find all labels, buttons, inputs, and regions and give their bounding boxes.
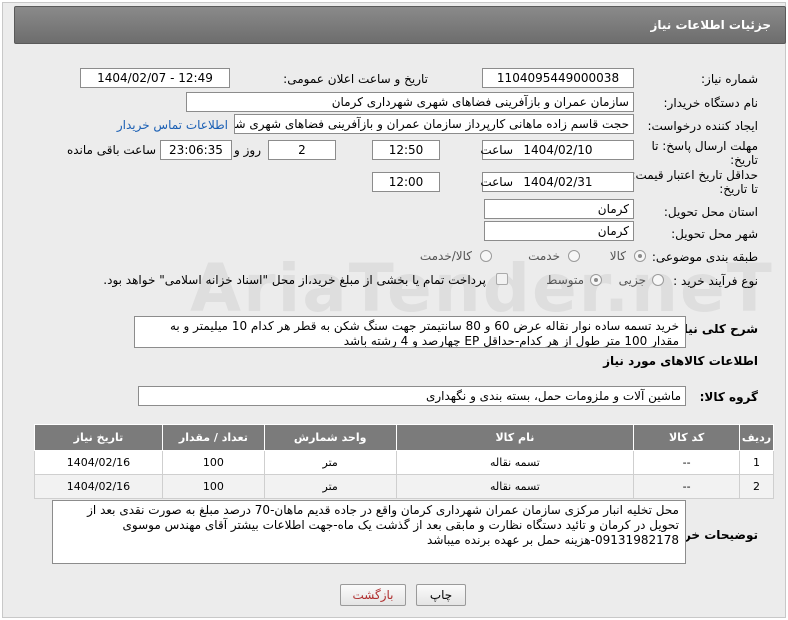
cell-unit: متر (263, 474, 397, 499)
buyer-contact-link[interactable]: اطلاعات تماس خریدار (117, 118, 228, 132)
province-label: استان محل تحویل: (663, 205, 758, 219)
deadline-time-field[interactable]: 12:50 (372, 140, 440, 160)
col-header-row: ردیف (739, 424, 774, 451)
process-radio-minor[interactable] (652, 274, 664, 286)
cell-qty: 100 (161, 450, 265, 475)
days-remaining-field[interactable]: 2 (268, 140, 336, 160)
announce-datetime-field[interactable]: 1404/02/07 - 12:49 (80, 68, 230, 88)
validity-label-date: تا تاریخ: (719, 182, 758, 196)
cell-code: -- (633, 474, 741, 499)
province-field[interactable]: کرمان (484, 199, 634, 219)
cell-unit: متر (263, 450, 397, 475)
col-header-date: تاریخ نیاز (34, 424, 163, 451)
validity-label: حداقل تاریخ اعتبار قیمت: (631, 168, 758, 182)
buyer-org-field[interactable]: سازمان عمران و بازآفرینی فضاهای شهری شهر… (186, 92, 634, 112)
category-option-goods: کالا (609, 249, 626, 263)
buyer-notes-field[interactable]: محل تخلیه انبار مرکزی سازمان عمران شهردا… (52, 500, 686, 564)
page-title: جزئیات اطلاعات نیاز (650, 18, 771, 32)
cell-date: 1404/02/16 (34, 474, 163, 499)
treasury-payment-checkbox[interactable] (496, 273, 508, 285)
remaining-time-field[interactable]: 23:06:35 (160, 140, 232, 160)
page-header: جزئیات اطلاعات نیاز (14, 6, 786, 44)
remaining-time-label: ساعت باقی مانده (66, 143, 156, 157)
category-radio-both[interactable] (480, 250, 492, 262)
category-option-service: خدمت (528, 249, 560, 263)
description-field[interactable]: خرید تسمه ساده نوار نقاله عرض 60 و 80 سا… (134, 316, 686, 348)
col-header-unit: واحد شمارش (263, 424, 397, 451)
treasury-payment-note: پرداخت تمام یا بخشی از مبلغ خرید،از محل … (103, 273, 486, 287)
cell-qty: 100 (161, 474, 265, 499)
goods-info-title: اطلاعات کالاهای مورد نیاز (603, 354, 758, 368)
category-radio-service[interactable] (568, 250, 580, 262)
validity-time-field[interactable]: 12:00 (372, 172, 440, 192)
category-option-both: کالا/خدمت (419, 249, 472, 263)
buyer-org-label: نام دستگاه خریدار: (663, 96, 759, 110)
goods-group-label: گروه کالا: (699, 390, 758, 404)
process-label: نوع فرآیند خرید : (673, 274, 758, 288)
days-label: روز و (234, 143, 261, 157)
city-label: شهر محل تحویل: (671, 227, 758, 241)
col-header-qty: تعداد / مقدار (161, 424, 265, 451)
cell-row: 2 (739, 474, 774, 499)
goods-table: ردیف کد کالا نام کالا واحد شمارش تعداد /… (34, 424, 774, 499)
cell-name: تسمه نقاله (395, 474, 635, 499)
cell-name: تسمه نقاله (395, 450, 635, 475)
process-option-medium: متوسط (546, 273, 584, 287)
creator-label: ایجاد کننده درخواست: (647, 119, 758, 133)
deadline-label: مهلت ارسال پاسخ: تا (651, 139, 758, 153)
city-field[interactable]: کرمان (484, 221, 634, 241)
col-header-code: کد کالا (633, 424, 741, 451)
process-option-minor: جزیی (618, 273, 646, 287)
process-radio-medium[interactable] (590, 274, 602, 286)
need-number-field[interactable]: 1104095449000038 (482, 68, 634, 88)
print-button[interactable]: چاپ (416, 584, 466, 606)
goods-group-field[interactable]: ماشین آلات و ملزومات حمل، بسته بندی و نگ… (138, 386, 686, 406)
category-radio-goods[interactable] (634, 250, 646, 262)
deadline-time-label: ساعت (480, 143, 513, 157)
cell-code: -- (633, 450, 741, 475)
table-row[interactable]: 2 -- تسمه نقاله متر 100 1404/02/16 (34, 474, 774, 499)
deadline-label-date: تاریخ: (730, 153, 758, 167)
validity-time-label: ساعت (480, 175, 513, 189)
table-row[interactable]: 1 -- تسمه نقاله متر 100 1404/02/16 (34, 450, 774, 475)
col-header-name: نام کالا (395, 424, 635, 451)
need-number-label: شماره نیاز: (701, 72, 758, 86)
creator-field[interactable]: حجت قاسم زاده ماهانی کارپرداز سازمان عمر… (234, 114, 634, 134)
back-button[interactable]: بازگشت (340, 584, 406, 606)
cell-date: 1404/02/16 (34, 450, 163, 475)
category-label: طبقه بندی موضوعی: (651, 250, 758, 264)
cell-row: 1 (739, 450, 774, 475)
announce-label: تاریخ و ساعت اعلان عمومی: (283, 72, 428, 86)
